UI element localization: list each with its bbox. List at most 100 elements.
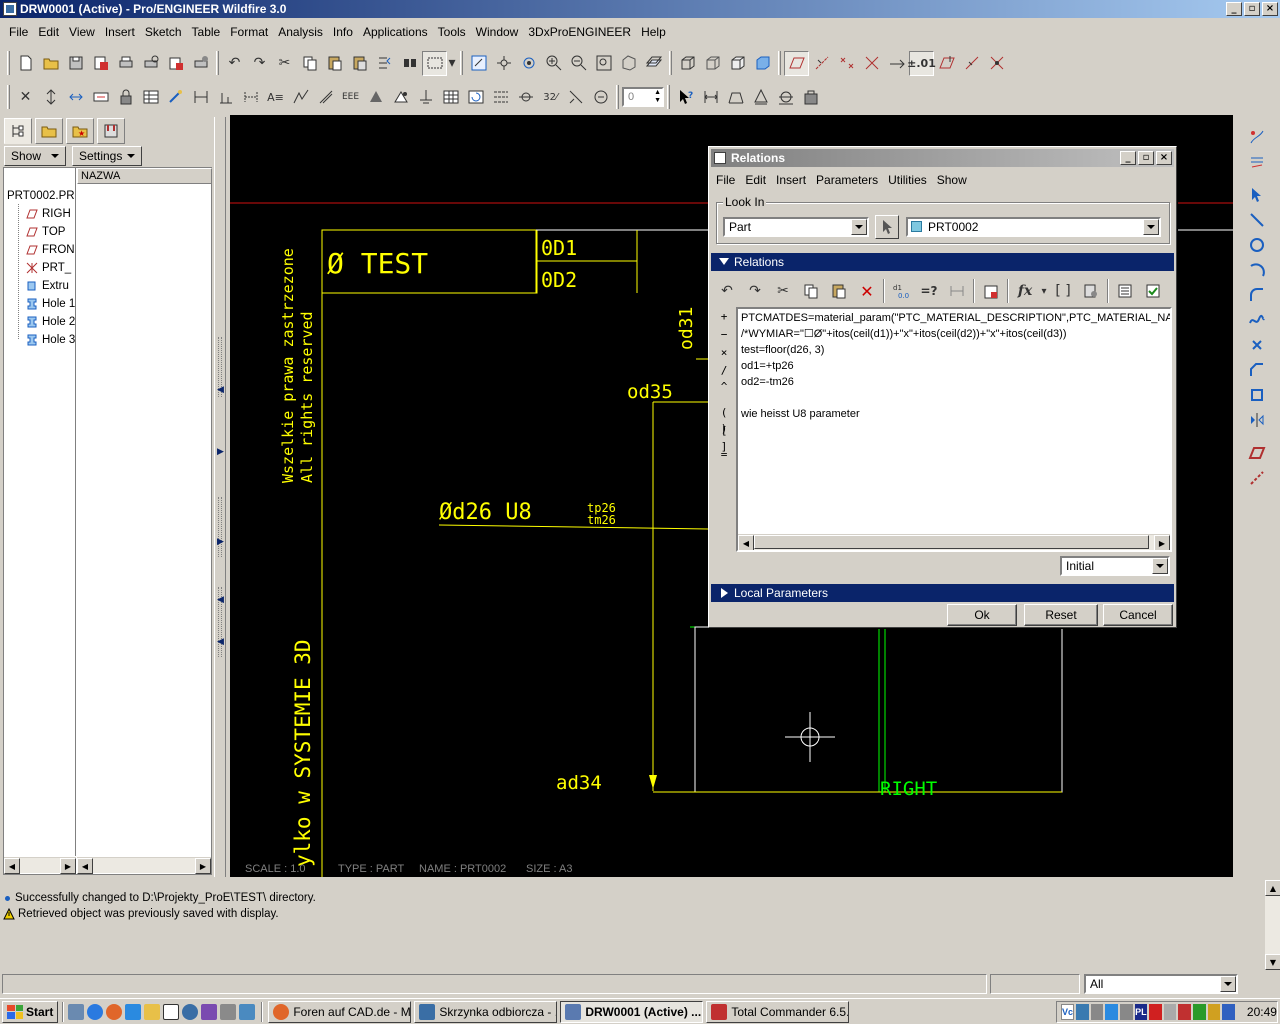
tray-printer-icon[interactable] (1119, 1004, 1133, 1020)
navigator-splitter[interactable]: ◀ ▶ ▶ ◀ ◀ (214, 117, 226, 877)
tray-volume-icon[interactable] (1222, 1004, 1235, 1020)
symbol-icon[interactable] (563, 85, 588, 110)
operator-divide-button[interactable]: / (715, 363, 733, 379)
show-dimension-icon[interactable] (943, 278, 971, 304)
show-desktop-icon[interactable] (68, 1003, 85, 1020)
balloon-icon[interactable] (313, 85, 338, 110)
collapse-left-icon[interactable]: ◀ (217, 385, 224, 395)
geometric-tolerance-icon[interactable] (413, 85, 438, 110)
bom-balloon-icon[interactable] (488, 85, 513, 110)
menu-edit[interactable]: Edit (33, 23, 64, 41)
insert-function-icon[interactable]: fx (1011, 278, 1039, 304)
repeat-region-icon[interactable] (463, 85, 488, 110)
tray-sync-icon[interactable] (1090, 1004, 1104, 1020)
print-preview-icon[interactable] (138, 51, 163, 76)
save-copy-icon[interactable] (88, 51, 113, 76)
tree-column-scrollbar[interactable]: ◀ ▶ (77, 857, 211, 874)
zoom-in-icon[interactable] (541, 51, 566, 76)
settings-dropdown[interactable]: Settings (72, 146, 142, 166)
sketch-mirror-icon[interactable] (1244, 407, 1269, 432)
flip-arrows-icon[interactable] (63, 85, 88, 110)
window-title-bar[interactable]: DRW0001 (Active) - Pro/ENGINEER Wildfire… (0, 0, 1280, 18)
chevron-down-icon[interactable] (851, 219, 867, 235)
wireframe-icon[interactable] (675, 51, 700, 76)
delete-icon[interactable]: ✕ (853, 278, 881, 304)
sort-relations-icon[interactable] (1111, 278, 1139, 304)
undo-icon[interactable]: ↶ (222, 51, 247, 76)
local-parameters-header[interactable]: Local Parameters (711, 584, 1174, 602)
tray-language-icon[interactable]: PL (1134, 1004, 1148, 1020)
chevron-down-icon[interactable] (1152, 558, 1168, 574)
copy-icon[interactable] (297, 51, 322, 76)
menu-info[interactable]: Info (328, 23, 358, 41)
datum-plane-tool-icon[interactable] (934, 51, 959, 76)
menu-help[interactable]: Help (636, 23, 671, 41)
task-mail[interactable]: Skrzynka odbiorcza - ... (414, 1000, 558, 1023)
cut-icon[interactable]: ✂ (272, 51, 297, 76)
selection-box-icon[interactable] (422, 50, 447, 76)
scroll-down-icon[interactable]: ▼ (1265, 954, 1280, 970)
menu-format[interactable]: Format (225, 23, 273, 41)
redo-icon[interactable]: ↷ (247, 51, 272, 76)
ok-button[interactable]: Ok (947, 604, 1017, 626)
paste-icon[interactable] (825, 278, 853, 304)
measure-distance-icon[interactable] (698, 85, 723, 110)
relations-editor[interactable]: PTCMATDES=material_param("PTC_MATERIAL_D… (736, 307, 1172, 552)
tray-antivirus-icon[interactable] (1149, 1004, 1162, 1020)
find-icon[interactable] (397, 51, 422, 76)
search-icon[interactable] (125, 1003, 142, 1020)
tray-security-icon[interactable] (1207, 1004, 1221, 1020)
relation-line[interactable]: od2=-tm26 (741, 374, 794, 390)
saved-views-icon[interactable] (641, 51, 666, 76)
copyright-en-text[interactable]: All rights reserved (298, 311, 316, 483)
dialog-menu-file[interactable]: File (711, 171, 740, 189)
annotations-icon[interactable] (884, 51, 909, 76)
tab-favorites[interactable]: ★ (66, 118, 94, 144)
proe-icon[interactable] (239, 1003, 256, 1020)
email-icon[interactable] (163, 51, 188, 76)
datum-plane-sketch-icon[interactable] (1244, 440, 1269, 465)
task-total-commander[interactable]: Total Commander 6.5... (706, 1000, 850, 1023)
insert-brackets-icon[interactable]: [ ] (1049, 278, 1077, 304)
scroll-left-icon[interactable]: ◀ (77, 858, 93, 874)
table-icon[interactable] (138, 85, 163, 110)
email-attachment-icon[interactable] (188, 51, 213, 76)
menu-insert[interactable]: Insert (100, 23, 140, 41)
clock[interactable]: 20:49 (1247, 1005, 1277, 1019)
sketch-offset-icon[interactable] (1244, 382, 1269, 407)
undo-icon[interactable]: ↶ (713, 278, 741, 304)
tray-alert-icon[interactable] (1178, 1004, 1192, 1020)
relation-line[interactable]: od1=+tp26 (741, 358, 794, 374)
sketch-fillet-icon[interactable] (1244, 282, 1269, 307)
delete-icon[interactable]: ✕ (13, 85, 38, 110)
dimension-d26[interactable]: Ød26 U8 (439, 500, 532, 525)
operator-brackets-button[interactable]: [ ] (715, 423, 733, 453)
vc-icon[interactable] (163, 1003, 180, 1020)
print-icon[interactable] (113, 51, 138, 76)
datum-axes-icon[interactable] (809, 51, 834, 76)
toolbar-grip[interactable] (7, 51, 10, 75)
scroll-track[interactable] (20, 858, 60, 873)
relation-line[interactable]: PTCMATDES=material_param("PTC_MATERIAL_D… (741, 310, 1170, 326)
sensitivity-analysis-icon[interactable] (798, 85, 823, 110)
app-icon[interactable] (3, 2, 17, 16)
function-dropdown-icon[interactable]: ▾ (1039, 278, 1049, 304)
coordinate-systems-icon[interactable] (859, 51, 884, 76)
sort-order-select[interactable]: Initial (1060, 556, 1170, 576)
insert-parameter-icon[interactable] (1077, 278, 1105, 304)
model-tree-panel[interactable]: NAZWA PRT0002.PR RIGH TOP FRON PRT_ Extr… (3, 167, 212, 875)
firefox-icon[interactable] (106, 1003, 123, 1020)
scroll-left-icon[interactable]: ◀ (4, 858, 20, 874)
relations-dialog[interactable]: Relations _ ▫ × File Edit Insert Paramet… (708, 146, 1177, 628)
datum-axis-sketch-icon[interactable] (1244, 465, 1269, 490)
look-in-type-select[interactable]: Part (723, 217, 869, 237)
tab-connections[interactable] (97, 118, 125, 144)
media-player-icon[interactable] (182, 1003, 199, 1020)
shading-icon[interactable] (750, 51, 775, 76)
sketch-spline-icon[interactable] (1244, 307, 1269, 332)
operator-equals-button[interactable]: = (715, 447, 733, 463)
evaluate-icon[interactable] (977, 278, 1005, 304)
message-scrollbar[interactable]: ▲ ▼ (1264, 880, 1280, 970)
menu-table[interactable]: Table (187, 23, 226, 41)
tolerance-tm26[interactable]: tm26 (587, 513, 616, 527)
